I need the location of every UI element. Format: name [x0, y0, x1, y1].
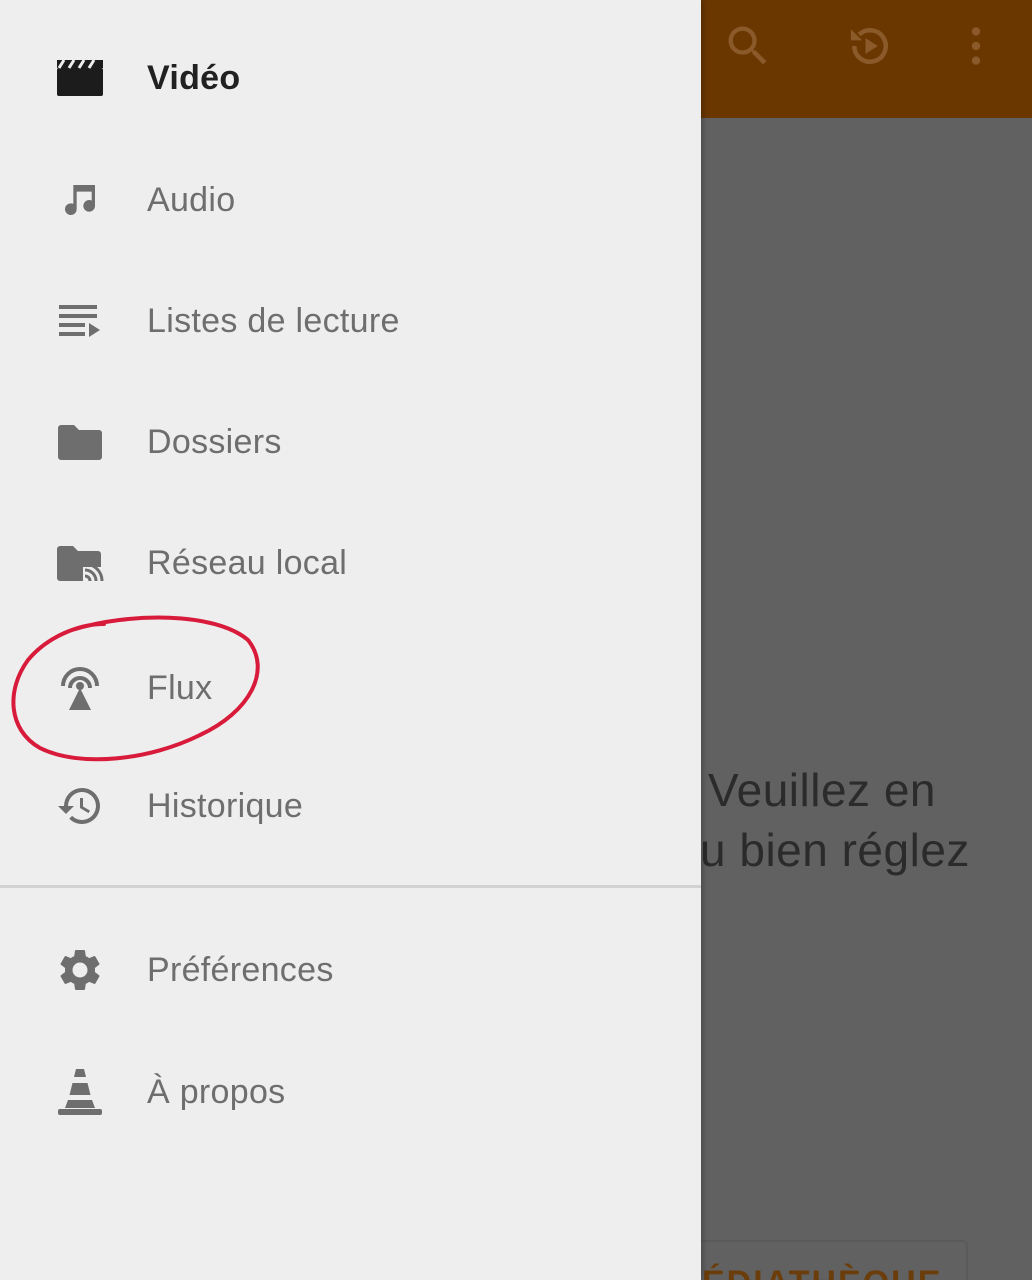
nav-item-folders[interactable]: Dossiers: [0, 382, 701, 502]
nav-item-label: Audio: [147, 180, 236, 219]
stream-antenna-icon: [52, 660, 108, 716]
gear-icon: [52, 942, 108, 998]
media-library-button[interactable]: ÉDIATHÈQUE: [680, 1240, 968, 1280]
music-note-icon: [52, 172, 108, 228]
drawer-divider: [0, 885, 701, 888]
nav-item-label: Vidéo: [147, 58, 241, 97]
nav-item-label: Historique: [147, 786, 304, 825]
nav-item-label: Listes de lecture: [147, 301, 400, 340]
nav-item-playlists[interactable]: Listes de lecture: [0, 261, 701, 381]
empty-library-message: Veuillez en u bien réglez: [700, 760, 1032, 880]
navigation-drawer: Vidéo Audio Listes de lecture Dossiers R…: [0, 0, 701, 1280]
movie-icon: [52, 50, 108, 106]
nav-item-label: Flux: [147, 668, 213, 707]
network-folder-icon: [52, 535, 108, 591]
nav-item-preferences[interactable]: Préférences: [0, 910, 701, 1030]
nav-item-local-network[interactable]: Réseau local: [0, 503, 701, 623]
screen: Veuillez en u bien réglez ÉDIATHÈQUE Vid…: [0, 0, 1032, 1280]
history-icon: [52, 778, 108, 834]
folder-icon: [52, 414, 108, 470]
search-button[interactable]: [716, 14, 780, 78]
playlist-icon: [52, 293, 108, 349]
more-vert-icon: [951, 21, 1001, 71]
nav-item-streams[interactable]: Flux: [0, 628, 701, 748]
overflow-menu-button[interactable]: [944, 14, 1008, 78]
nav-item-about[interactable]: À propos: [0, 1032, 701, 1152]
nav-item-video[interactable]: Vidéo: [0, 18, 701, 138]
empty-message-line2: u bien réglez: [700, 824, 970, 876]
nav-item-label: Réseau local: [147, 543, 348, 582]
nav-item-label: À propos: [147, 1072, 286, 1111]
nav-item-audio[interactable]: Audio: [0, 140, 701, 260]
search-icon: [722, 20, 774, 72]
resume-playback-button[interactable]: [838, 14, 902, 78]
vlc-cone-icon: [52, 1064, 108, 1120]
nav-item-history[interactable]: Historique: [0, 746, 701, 866]
history-play-icon: [843, 19, 897, 73]
nav-item-label: Dossiers: [147, 422, 282, 461]
empty-message-line1: Veuillez en: [708, 764, 936, 816]
nav-item-label: Préférences: [147, 950, 334, 989]
media-library-button-label: ÉDIATHÈQUE: [702, 1264, 942, 1280]
